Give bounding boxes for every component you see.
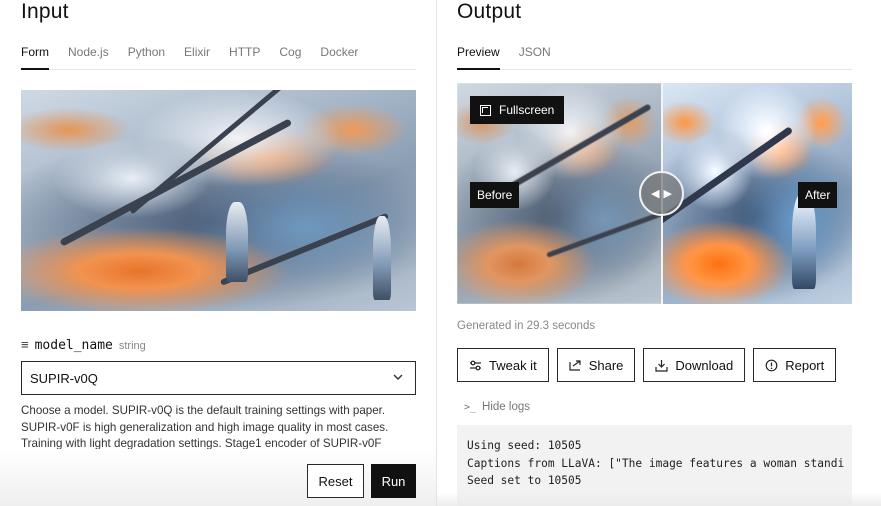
compare-handle-icon[interactable]: ◀ ▶ [639, 171, 684, 216]
input-panel: Input Form Node.js Python Elixir HTTP Co… [0, 0, 437, 506]
footer-fade [437, 492, 881, 506]
output-tabs: Preview JSON [457, 44, 852, 70]
report-icon [765, 359, 778, 371]
run-button[interactable]: Run [371, 464, 416, 498]
input-title: Input [21, 0, 69, 23]
output-title: Output [457, 0, 522, 23]
field-label: ≡ model_name string [21, 337, 146, 353]
tab-nodejs[interactable]: Node.js [68, 44, 109, 70]
after-badge: After [798, 182, 838, 208]
download-label: Download [675, 357, 734, 373]
tab-http[interactable]: HTTP [229, 44, 260, 70]
share-button[interactable]: Share [556, 348, 636, 382]
share-label: Share [588, 357, 624, 373]
report-label: Report [785, 357, 825, 373]
fullscreen-button[interactable]: Fullscreen [470, 96, 565, 124]
log-line: Seed set to 10505 [467, 474, 582, 488]
before-badge: Before [470, 182, 520, 208]
tab-docker[interactable]: Docker [320, 44, 358, 70]
log-line: Using seed: 10505 [467, 439, 582, 452]
painting-figure [226, 202, 248, 282]
download-icon [655, 359, 668, 372]
reset-button[interactable]: Reset [307, 464, 364, 498]
sliders-icon [470, 360, 481, 370]
field-help-text: Choose a model. SUPIR-v0Q is the default… [21, 404, 389, 449]
field-name: model_name [34, 338, 113, 353]
before-after-compare[interactable]: ◀ ▶ Before After Fullscreen [457, 83, 852, 304]
log-line: Captions from LLaVA: ["The image feature… [467, 456, 845, 470]
download-button[interactable]: Download [643, 348, 746, 382]
input-image[interactable] [21, 90, 416, 311]
painting-branch [662, 126, 794, 230]
arrow-left-icon: ◀ [651, 188, 660, 200]
painting-branch [59, 118, 293, 247]
menu-icon: ≡ [21, 337, 29, 352]
terminal-icon: >_ [464, 401, 477, 413]
tab-elixir[interactable]: Elixir [184, 44, 210, 70]
tweak-label: Tweak it [489, 357, 537, 373]
tab-cog[interactable]: Cog [279, 44, 301, 70]
tweak-button[interactable]: Tweak it [457, 348, 549, 382]
generated-time: Generated in 29.3 seconds [457, 320, 596, 332]
fullscreen-icon [480, 104, 491, 116]
arrow-right-icon: ▶ [663, 188, 672, 200]
tab-python[interactable]: Python [128, 44, 165, 70]
tab-form[interactable]: Form [21, 44, 49, 70]
painting-figure [373, 216, 391, 300]
tab-json[interactable]: JSON [519, 44, 551, 70]
output-panel: Output Preview JSON ◀ ▶ Before After Ful… [437, 0, 881, 506]
hide-logs-label: Hide logs [482, 401, 530, 413]
output-actions: Tweak it Share Download Report [457, 348, 837, 382]
model-name-select[interactable]: SUPIR-v0Q [21, 361, 416, 395]
painting-branch [129, 90, 286, 215]
chevron-down-icon [393, 374, 403, 380]
model-name-value: SUPIR-v0Q [30, 370, 98, 386]
hide-logs-toggle[interactable]: >_ Hide logs [464, 401, 530, 413]
tab-preview[interactable]: Preview [457, 44, 500, 70]
fullscreen-label: Fullscreen [499, 103, 555, 117]
field-type: string [118, 340, 146, 352]
report-button[interactable]: Report [753, 348, 837, 382]
share-icon [569, 359, 581, 371]
input-tabs: Form Node.js Python Elixir HTTP Cog Dock… [21, 44, 416, 70]
